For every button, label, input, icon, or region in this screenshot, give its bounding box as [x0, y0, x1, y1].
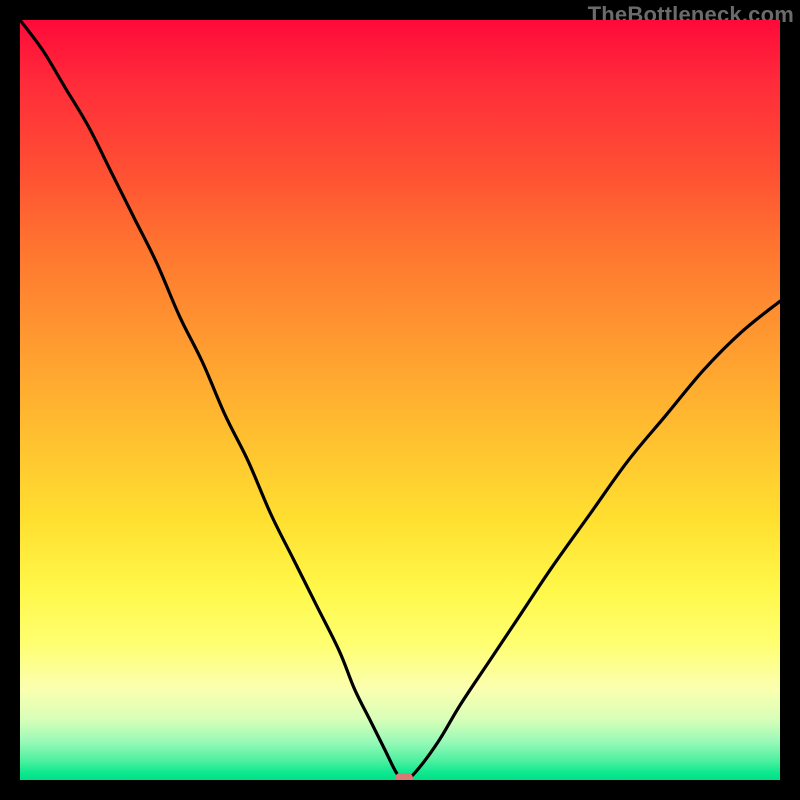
plot-area [20, 20, 780, 780]
bottleneck-curve-path [20, 20, 780, 780]
chart-frame: TheBottleneck.com [0, 0, 800, 800]
min-marker [395, 773, 413, 780]
bottleneck-curve-svg [20, 20, 780, 780]
